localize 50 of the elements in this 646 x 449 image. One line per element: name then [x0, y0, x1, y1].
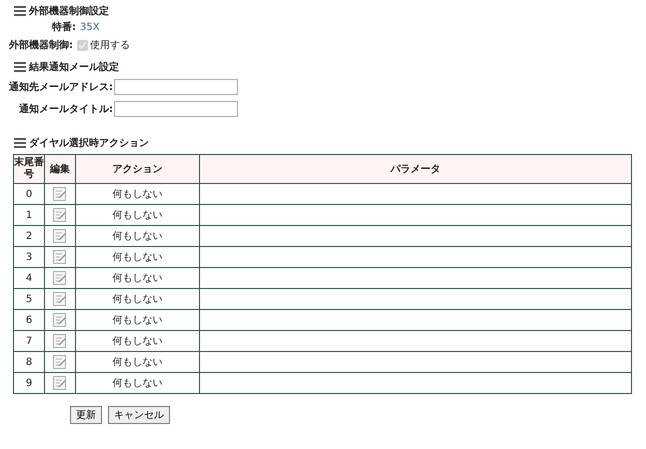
- section-title: 外部機器制御設定: [29, 4, 109, 18]
- table-cell: 0: [14, 184, 44, 204]
- table-cell: 1: [14, 204, 44, 226]
- edit-icon[interactable]: [53, 355, 67, 369]
- table-cell: 何もしない: [76, 310, 200, 330]
- edit-icon[interactable]: [53, 313, 67, 327]
- table-cell: 何もしない: [76, 204, 200, 226]
- section-title: ダイヤル選択時アクション: [29, 136, 149, 150]
- table-cell: 何もしない: [76, 226, 200, 246]
- column-header: 編集: [44, 154, 76, 184]
- field-label: 外部機器制御:: [9, 38, 73, 52]
- table-cell: 何もしない: [76, 184, 200, 204]
- table-cell: 7: [14, 330, 44, 352]
- form-button[interactable]: 更新: [70, 406, 102, 424]
- field-label: 通知先メールアドレス:: [9, 80, 114, 94]
- section-icon: [14, 6, 26, 16]
- edit-icon[interactable]: [53, 271, 67, 285]
- table-cell: 何もしない: [76, 352, 200, 372]
- edit-icon[interactable]: [53, 229, 67, 243]
- table-cell: 何もしない: [76, 372, 200, 394]
- section-title: 結果通知メール設定: [29, 60, 119, 74]
- column-header: パラメータ: [200, 154, 632, 184]
- edit-icon[interactable]: [53, 292, 67, 306]
- table-cell: 6: [14, 310, 44, 330]
- checkbox-label: 使用する: [90, 39, 130, 52]
- section-icon: [14, 62, 26, 72]
- section-icon: [14, 138, 26, 148]
- edit-icon[interactable]: [53, 187, 67, 201]
- edit-icon[interactable]: [53, 334, 67, 348]
- column-header: アクション: [76, 154, 200, 184]
- table-cell: 何もしない: [76, 268, 200, 288]
- table-cell: 8: [14, 352, 44, 372]
- edit-icon[interactable]: [53, 250, 67, 264]
- table-cell: 5: [14, 288, 44, 310]
- input-field[interactable]: [114, 79, 238, 95]
- edit-icon[interactable]: [53, 208, 67, 222]
- table-cell: 何もしない: [76, 246, 200, 268]
- field-label: 特番:: [52, 20, 76, 34]
- edit-icon[interactable]: [53, 376, 67, 390]
- field-value: 35X: [80, 22, 100, 32]
- table-cell: 9: [14, 372, 44, 394]
- field-label: 通知メールタイトル:: [18, 102, 114, 116]
- input-field[interactable]: [114, 101, 238, 117]
- table-cell: 4: [14, 268, 44, 288]
- form-button[interactable]: キャンセル: [108, 406, 170, 424]
- column-header: 末尾番号: [14, 154, 44, 184]
- table-cell: 何もしない: [76, 288, 200, 310]
- table-cell: 2: [14, 226, 44, 246]
- table-cell: 3: [14, 246, 44, 268]
- table-cell: 何もしない: [76, 330, 200, 352]
